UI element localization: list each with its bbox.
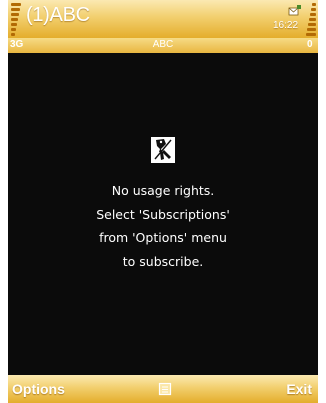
usage-rights-message: No usage rights. Select 'Subscriptions' …: [8, 179, 318, 273]
message-line: Select 'Subscriptions': [96, 206, 230, 222]
envelope-icon: [288, 5, 301, 16]
clock: 16:22: [273, 20, 299, 31]
message-line: to subscribe.: [122, 253, 204, 269]
exit-softkey[interactable]: Exit: [286, 381, 312, 397]
navigation-indicator: 0: [307, 39, 313, 50]
softkey-bar: Options Exit: [8, 375, 318, 403]
status-bar: (1)ABC 16:22: [8, 0, 318, 38]
message-line: No usage rights.: [111, 183, 215, 198]
signal-strength-icon: [11, 3, 21, 37]
no-rights-key-icon: [151, 137, 175, 163]
menu-icon[interactable]: [158, 382, 172, 396]
app-title: (1)ABC: [26, 4, 90, 26]
navigation-title: ABC: [152, 39, 174, 50]
phone-screen: (1)ABC 16:22 3G ABC 0 No usage rights. S…: [8, 0, 318, 403]
battery-level-icon: [306, 3, 316, 37]
message-line: from 'Options' menu: [99, 230, 227, 245]
options-softkey[interactable]: Options: [12, 381, 65, 397]
main-content: No usage rights. Select 'Subscriptions' …: [8, 53, 318, 375]
navigation-bar: 3G ABC 0: [8, 38, 318, 53]
